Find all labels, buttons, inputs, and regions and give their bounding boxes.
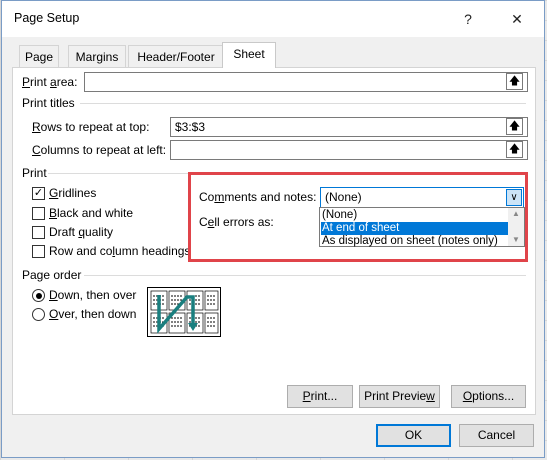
gridlines-label: Gridlines [49,186,97,200]
comments-notes-select[interactable]: (None) ∨ [320,187,524,208]
columns-to-repeat-input[interactable] [170,140,528,160]
columns-to-repeat-label: Columns to repeat at left: [32,143,167,157]
down-then-over-label: Down, then over [49,288,137,302]
page-order-preview-icon [147,287,221,337]
gridlines-checkbox[interactable]: ✓ [32,187,45,200]
ok-button[interactable]: OK [376,424,451,447]
print-area-input[interactable] [84,72,528,92]
tab-header-footer[interactable]: Header/Footer [128,45,224,67]
collapse-dialog-icon[interactable]: 🡅 [506,141,523,158]
page-order-divider [84,275,526,276]
draft-quality-checkbox[interactable] [32,226,45,239]
print-heading: Print [22,166,47,180]
down-then-over-radio[interactable] [32,289,45,302]
print-titles-heading: Print titles [22,96,75,110]
draft-quality-label: Draft quality [49,225,114,239]
tab-sheet[interactable]: Sheet [222,42,276,68]
collapse-dialog-icon[interactable]: 🡅 [506,118,523,135]
close-button[interactable]: ✕ [503,7,531,31]
row-column-headings-label: Row and column headings [49,244,191,258]
print-titles-divider [80,103,526,104]
rows-to-repeat-label: Rows to repeat at top: [32,120,150,134]
comments-notes-dropdown: (None) At end of sheet As displayed on s… [319,207,525,247]
comments-notes-label: Comments and notes: [199,190,317,204]
black-and-white-label: Black and white [49,206,134,220]
row-column-headings-checkbox[interactable] [32,245,45,258]
scroll-up-icon[interactable]: ▲ [508,209,524,218]
dropdown-option-none[interactable]: (None) [321,209,508,222]
black-and-white-checkbox[interactable] [32,207,45,220]
cancel-button[interactable]: Cancel [459,424,534,447]
print-preview-button[interactable]: Print Preview [359,385,440,408]
options-button[interactable]: Options... [451,385,526,408]
dropdown-scrollbar[interactable]: ▲ ▼ [508,208,524,246]
comments-notes-value: (None) [325,190,362,204]
help-button[interactable]: ? [454,7,482,31]
chevron-down-icon[interactable]: ∨ [506,189,522,206]
print-area-label: Print area: [22,75,78,89]
dialog-title: Page Setup [14,11,80,25]
page-order-heading: Page order [22,268,82,282]
collapse-dialog-icon[interactable]: 🡅 [506,73,523,90]
over-then-down-label: Over, then down [49,307,137,321]
print-divider [48,173,188,174]
rows-to-repeat-input[interactable]: $3:$3 [170,117,528,137]
dropdown-option-as-displayed[interactable]: As displayed on sheet (notes only) [321,235,508,248]
cell-errors-label: Cell errors as: [199,215,274,229]
dropdown-option-end-of-sheet[interactable]: At end of sheet [321,222,508,235]
over-then-down-radio[interactable] [32,308,45,321]
tab-page[interactable]: Page [19,45,59,67]
scroll-down-icon[interactable]: ▼ [508,235,524,244]
print-button[interactable]: Print... [287,385,353,408]
tab-margins[interactable]: Margins [68,45,126,67]
title-bar: Page Setup ? ✕ [2,1,544,37]
